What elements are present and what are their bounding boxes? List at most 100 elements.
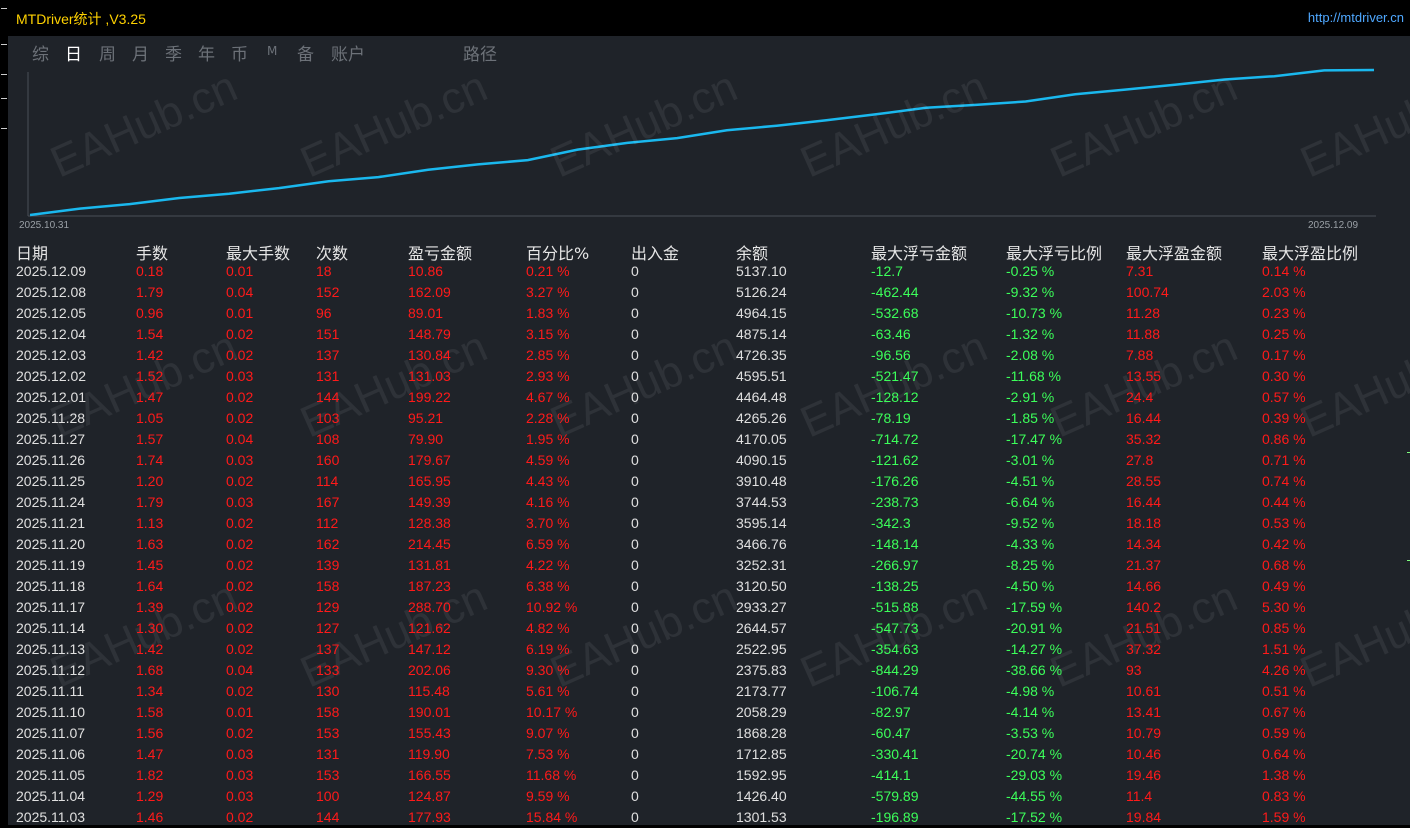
cell-profit: 166.55 [408,767,451,783]
table-row[interactable]: 2025.12.04 1.54 0.02 151 148.79 3.15 % 0 4875.1… [16,324,1406,345]
cell-profit: 288.70 [408,599,451,615]
cell-date: 2025.11.04 [16,788,86,804]
cell-max-float-profit-pct: 1.38 % [1262,767,1306,783]
cell-max-float-loss-pct: -10.73 % [1006,305,1063,321]
cell-max-lots: 0.02 [226,809,254,825]
cell-max-float-loss: -148.14 [871,536,919,552]
table-row[interactable]: 2025.12.09 0.18 0.01 18 10.86 0.21 % 0 5137.10 -… [16,261,1406,282]
table-row[interactable]: 2025.11.27 1.57 0.04 108 79.90 1.95 % 0 4170.05… [16,429,1406,450]
cell-max-float-loss-pct: -17.59 % [1006,599,1063,615]
table-row[interactable]: 2025.11.26 1.74 0.03 160 179.67 4.59 % 0 4090.1… [16,450,1406,471]
cell-trades: 144 [316,809,340,825]
cell-max-float-loss-pct: -4.98 % [1006,683,1055,699]
cell-max-float-profit-pct: 0.68 % [1262,557,1306,573]
table-row[interactable]: 2025.12.05 0.96 0.01 96 89.01 1.83 % 0 4964.15 -… [16,303,1406,324]
balance-curve-svg [27,68,1376,217]
cell-lots: 1.64 [136,578,164,594]
tab-weekly[interactable]: 周 [99,40,116,65]
cell-profit: 130.84 [408,347,451,363]
cell-max-float-loss: -521.47 [871,368,919,384]
cell-max-float-loss: -714.72 [871,431,919,447]
table-row[interactable]: 2025.11.10 1.58 0.01 158 190.01 10.17 % 0 2058.… [16,702,1406,723]
cell-date: 2025.11.12 [16,662,86,678]
cell-profit: 131.03 [408,368,451,384]
cell-max-float-profit: 19.84 [1126,809,1162,825]
tab-path[interactable]: 路径 [463,40,497,65]
table-row[interactable]: 2025.12.02 1.52 0.03 131 131.03 2.93 % 0 4595.5… [16,366,1406,387]
cell-lots: 1.58 [136,704,164,720]
cell-deposit: 0 [631,599,639,615]
cell-lots: 1.56 [136,725,164,741]
cell-max-lots: 0.03 [226,494,254,510]
cell-balance: 4964.15 [736,305,787,321]
table-row[interactable]: 2025.11.18 1.64 0.02 158 187.23 6.38 % 0 3120.5… [16,576,1406,597]
table-row[interactable]: 2025.11.04 1.29 0.03 100 124.87 9.59 % 0 1426.4… [16,786,1406,807]
tab-notes[interactable]: 备 [297,40,314,65]
table-row[interactable]: 2025.12.01 1.47 0.02 144 199.22 4.67 % 0 4464.4… [16,387,1406,408]
cell-max-float-profit-pct: 1.59 % [1262,809,1306,825]
table-row[interactable]: 2025.11.14 1.30 0.02 127 121.62 4.82 % 0 2644.5… [16,618,1406,639]
cell-max-float-profit-pct: 0.25 % [1262,326,1306,342]
tab-daily[interactable]: 日 [65,40,82,65]
cell-trades: 133 [316,662,340,678]
tab-quarterly[interactable]: 季 [165,40,182,65]
cell-max-float-profit: 16.44 [1126,494,1162,510]
tab-yearly[interactable]: 年 [198,40,215,65]
tab-monthly[interactable]: 月 [132,40,149,65]
website-link[interactable]: http://mtdriver.cn [1308,10,1404,25]
tab-summary[interactable]: 综 [32,40,49,65]
cell-percent: 9.59 % [526,788,570,804]
cell-deposit: 0 [631,746,639,762]
cell-deposit: 0 [631,536,639,552]
cell-profit: 79.90 [408,431,444,447]
cell-lots: 1.52 [136,368,164,384]
cell-deposit: 0 [631,431,639,447]
cell-max-float-profit-pct: 0.30 % [1262,368,1306,384]
table-row[interactable]: 2025.11.13 1.42 0.02 137 147.12 6.19 % 0 2522.9… [16,639,1406,660]
cell-balance: 2173.77 [736,683,787,699]
table-row[interactable]: 2025.11.19 1.45 0.02 139 131.81 4.22 % 0 3252.3… [16,555,1406,576]
table-row[interactable]: 2025.11.21 1.13 0.02 112 128.38 3.70 % 0 3595.1… [16,513,1406,534]
table-row[interactable]: 2025.11.12 1.68 0.04 133 202.06 9.30 % 0 2375.8… [16,660,1406,681]
cell-deposit: 0 [631,641,639,657]
cell-lots: 1.20 [136,473,164,489]
cell-max-float-loss: -414.1 [871,767,911,783]
table-row[interactable]: 2025.11.07 1.56 0.02 153 155.43 9.07 % 0 1868.2… [16,723,1406,744]
cell-max-float-loss: -82.97 [871,704,911,720]
table-row[interactable]: 2025.11.11 1.34 0.02 130 115.48 5.61 % 0 2173.7… [16,681,1406,702]
table-row[interactable]: 2025.11.06 1.47 0.03 131 119.90 7.53 % 0 1712.8… [16,744,1406,765]
edge-tick [1,44,7,45]
table-row[interactable]: 2025.11.05 1.82 0.03 153 166.55 11.68 % 0 1592.… [16,765,1406,786]
cell-trades: 160 [316,452,340,468]
tab-account[interactable]: 账户 [331,40,365,65]
cell-max-float-profit: 100.74 [1126,284,1169,300]
cell-lots: 0.18 [136,263,164,279]
cell-max-float-loss-pct: -3.53 % [1006,725,1055,741]
cell-max-float-profit: 14.66 [1126,578,1162,594]
cell-percent: 4.67 % [526,389,570,405]
cell-max-float-profit-pct: 0.86 % [1262,431,1306,447]
cell-max-float-profit: 27.8 [1126,452,1154,468]
cell-percent: 11.68 % [526,767,577,783]
cell-profit: 155.43 [408,725,451,741]
cell-percent: 2.28 % [526,410,570,426]
table-row[interactable]: 2025.11.24 1.79 0.03 167 149.39 4.16 % 0 3744.5… [16,492,1406,513]
cell-max-float-loss: -330.41 [871,746,919,762]
tab-magic[interactable]: M [267,44,277,58]
table-row[interactable]: 2025.11.25 1.20 0.02 114 165.95 4.43 % 0 3910.4… [16,471,1406,492]
cell-max-lots: 0.04 [226,284,254,300]
tab-symbol[interactable]: 币 [231,40,248,65]
cell-trades: 158 [316,578,340,594]
table-row[interactable]: 2025.12.03 1.42 0.02 137 130.84 2.85 % 0 4726.3… [16,345,1406,366]
table-row[interactable]: 2025.11.17 1.39 0.02 129 288.70 10.92 % 0 2933.… [16,597,1406,618]
cell-date: 2025.12.08 [16,284,87,300]
cell-max-float-loss-pct: -1.32 % [1006,326,1055,342]
table-row[interactable]: 2025.12.08 1.79 0.04 152 162.09 3.27 % 0 5126.2… [16,282,1406,303]
cell-percent: 0.21 % [526,263,570,279]
cell-max-lots: 0.03 [226,767,254,783]
table-row[interactable]: 2025.11.20 1.63 0.02 162 214.45 6.59 % 0 3466.7… [16,534,1406,555]
cell-percent: 2.85 % [526,347,570,363]
table-row[interactable]: 2025.11.28 1.05 0.02 103 95.21 2.28 % 0 4265.26… [16,408,1406,429]
cell-max-float-profit: 28.55 [1126,473,1162,489]
cell-balance: 1592.95 [736,767,787,783]
